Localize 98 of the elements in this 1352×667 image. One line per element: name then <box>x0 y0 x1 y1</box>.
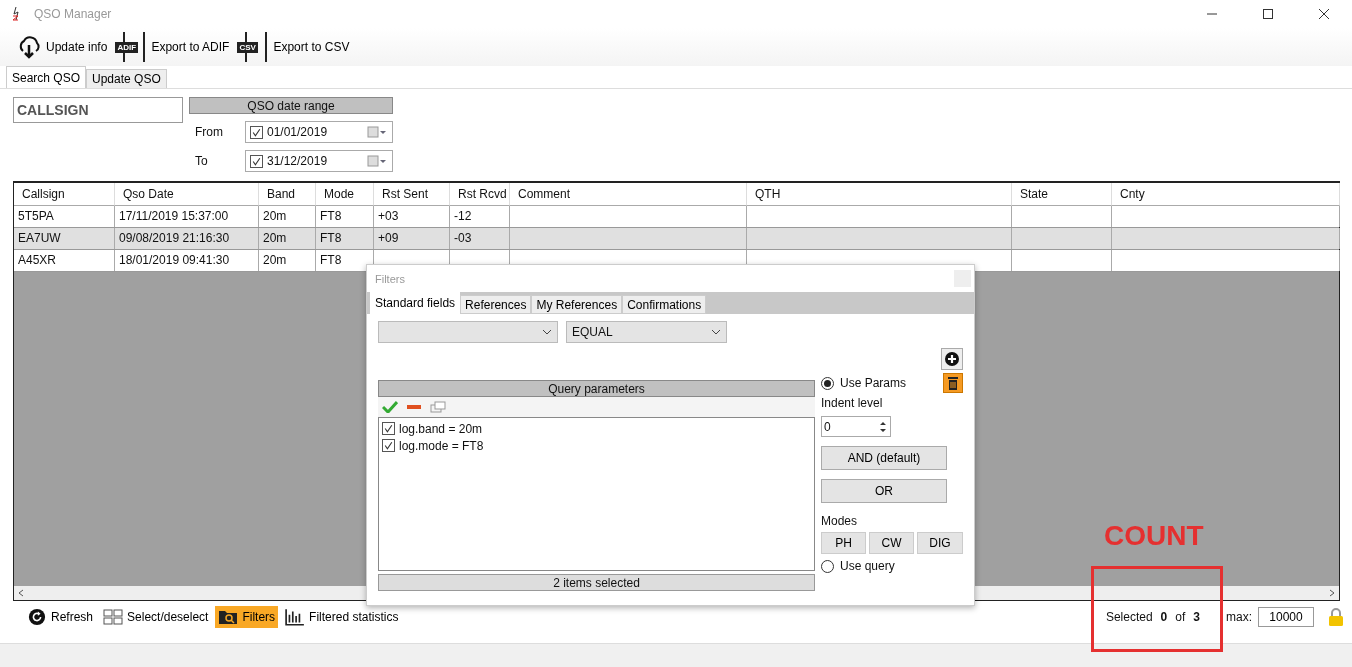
checkbox[interactable] <box>250 154 263 168</box>
selected-count: 0 <box>1160 610 1168 624</box>
tab[interactable]: Update QSO <box>86 69 167 88</box>
checkmark-icon[interactable] <box>382 401 398 413</box>
chevron-down-icon <box>711 329 721 335</box>
column-header[interactable]: Rst Sent <box>374 183 450 206</box>
table-cell: 20m <box>263 231 287 245</box>
max-label: max: <box>1226 610 1252 624</box>
column-header[interactable]: Cnty <box>1112 183 1340 206</box>
scroll-right-icon[interactable] <box>1329 589 1335 597</box>
date-label: From <box>194 125 224 139</box>
app-logo-icon <box>10 7 22 21</box>
table-cell: 20m <box>263 209 287 223</box>
table-cell: A45XR <box>18 253 57 267</box>
query-parameter[interactable]: log.band = 20m <box>399 421 483 436</box>
annotation-label: COUNT <box>1104 520 1204 552</box>
date-field[interactable]: 01/01/2019 <box>245 121 393 143</box>
bottom-button[interactable]: Filtered statistics <box>282 606 402 628</box>
operator-dropdown[interactable]: EQUAL <box>566 321 727 343</box>
window-title: QSO Manager <box>34 7 112 21</box>
date-range-header: QSO date range <box>189 97 393 114</box>
tab[interactable]: Standard fields <box>370 292 461 314</box>
calendar-dropdown-icon[interactable] <box>366 155 388 167</box>
logic-button[interactable]: AND (default) <box>821 446 947 470</box>
add-button[interactable] <box>941 348 963 370</box>
delete-button[interactable] <box>943 373 963 393</box>
dialog-title: Filters <box>375 272 405 285</box>
of-label: of <box>1175 610 1186 624</box>
scroll-left-icon[interactable] <box>18 589 24 597</box>
query-parameters-header: Query parameters <box>378 380 815 397</box>
toolbar-button[interactable]: CSV Export to CSV <box>235 32 352 62</box>
table-cell: FT8 <box>320 253 342 267</box>
plus-icon <box>944 351 960 367</box>
table-cell: 5T5PA <box>18 209 54 223</box>
trash-icon <box>947 376 959 390</box>
column-header[interactable]: Rst Rcvd <box>450 183 510 206</box>
column-header[interactable]: Mode <box>316 183 374 206</box>
callsign-field[interactable]: CALLSIGN <box>13 97 183 123</box>
table-cell: 17/11/2019 15:37:00 <box>119 209 229 223</box>
tab[interactable]: My References <box>531 295 623 314</box>
checkbox[interactable] <box>382 439 395 452</box>
radio-button[interactable] <box>821 559 834 573</box>
date-field[interactable]: 31/12/2019 <box>245 150 393 172</box>
folder-search-icon <box>218 608 239 626</box>
tab[interactable]: Confirmations <box>622 295 707 314</box>
column-header[interactable]: Comment <box>510 183 747 206</box>
radio-option[interactable]: Use query <box>821 559 895 573</box>
indent-label: Indent level <box>821 396 883 410</box>
checkbox[interactable] <box>382 422 395 435</box>
table-cell: +03 <box>378 209 399 223</box>
column-header[interactable]: State <box>1012 183 1112 206</box>
mode-button[interactable]: DIG <box>917 532 963 554</box>
table-cell: EA7UW <box>18 231 61 245</box>
table-cell: 20m <box>263 253 287 267</box>
toolbar-button[interactable]: Update info <box>14 34 110 60</box>
total-count: 3 <box>1193 610 1200 624</box>
table-cell: 18/01/2019 09:41:30 <box>119 253 230 267</box>
modes-label: Modes <box>821 514 858 528</box>
close-icon[interactable] <box>1318 8 1330 20</box>
column-header[interactable]: Qso Date <box>115 183 259 206</box>
mode-button[interactable]: PH <box>821 532 866 554</box>
bar-chart-icon <box>285 608 306 626</box>
field-dropdown[interactable] <box>378 321 558 343</box>
logic-button[interactable]: OR <box>821 479 947 503</box>
toolbar-button[interactable]: ADIF Export to ADIF <box>113 32 232 62</box>
csv-file-icon: CSV <box>237 32 270 62</box>
padlock-icon[interactable] <box>1328 607 1344 627</box>
radio-option[interactable]: Use Params <box>821 376 907 390</box>
grid-icon <box>103 608 124 626</box>
query-parameter[interactable]: log.mode = FT8 <box>399 438 484 453</box>
table-cell: +09 <box>378 231 399 245</box>
selected-label: Selected <box>1105 610 1153 624</box>
table-row[interactable]: EA7UW 09/08/2019 21:16:30 20m FT8 +09 -03 <box>14 228 1339 250</box>
column-header[interactable]: Band <box>259 183 316 206</box>
bottom-button[interactable]: Refresh <box>24 606 97 628</box>
radio-button[interactable] <box>821 376 834 390</box>
indent-spinbox[interactable]: 0 <box>821 416 891 437</box>
checkbox[interactable] <box>250 125 263 139</box>
column-header[interactable]: QTH <box>747 183 1012 206</box>
selection-summary: 2 items selected <box>378 574 815 591</box>
table-cell: -12 <box>454 209 472 223</box>
calendar-dropdown-icon[interactable] <box>366 126 388 138</box>
chevron-down-icon <box>542 329 552 335</box>
max-field[interactable]: 10000 <box>1258 607 1314 627</box>
maximize-icon[interactable] <box>1262 8 1274 20</box>
mode-button[interactable]: CW <box>869 532 914 554</box>
date-label: To <box>194 154 209 168</box>
column-header[interactable]: Callsign <box>14 183 115 206</box>
tab[interactable]: Search QSO <box>6 66 87 88</box>
tab[interactable]: References <box>460 295 532 314</box>
refresh-icon <box>27 608 47 626</box>
table-cell: -03 <box>454 231 472 245</box>
table-cell: 09/08/2019 21:16:30 <box>119 231 230 245</box>
table-cell: FT8 <box>320 231 342 245</box>
table-cell: FT8 <box>320 209 342 223</box>
bottom-button[interactable]: Filters <box>215 606 279 628</box>
adif-file-icon: ADIF <box>115 32 148 62</box>
bottom-button[interactable]: Select/deselect <box>100 606 212 628</box>
